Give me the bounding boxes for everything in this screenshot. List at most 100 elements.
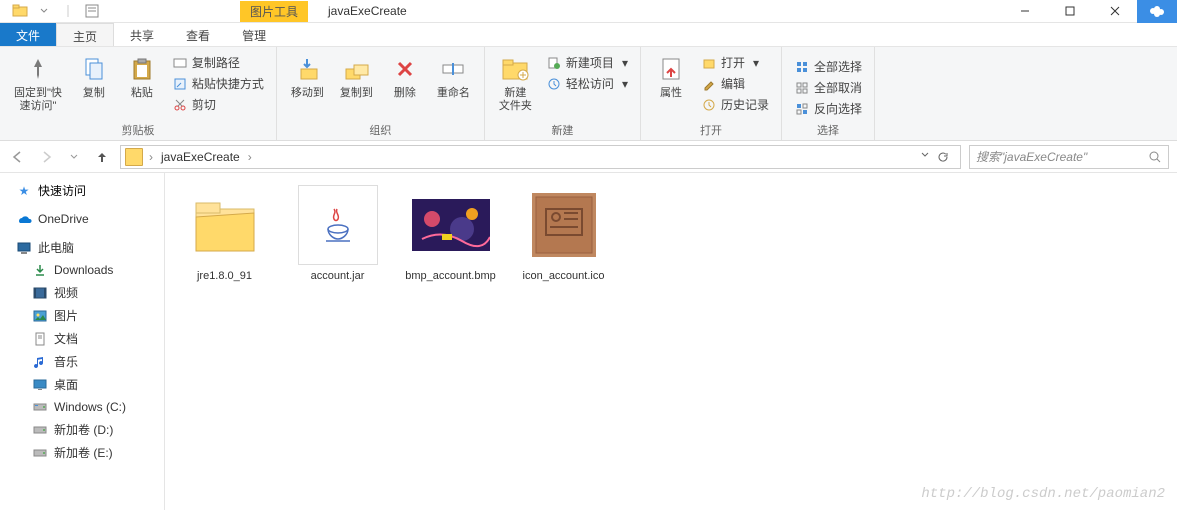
delete-button[interactable]: 删除: [383, 51, 427, 102]
open-icon: [701, 55, 717, 71]
nav-drive-d[interactable]: 新加卷 (D:): [0, 418, 164, 441]
group-organize: 移动到 复制到 删除 重命名 组织: [277, 47, 485, 140]
copy-path-button[interactable]: 复制路径: [168, 53, 268, 72]
desktop-icon: [32, 377, 48, 393]
file-item-bmp[interactable]: bmp_account.bmp: [403, 185, 498, 283]
easy-access-icon: [546, 76, 562, 92]
close-button[interactable]: [1092, 0, 1137, 23]
chevron-right-icon[interactable]: ›: [244, 150, 256, 164]
tab-view[interactable]: 查看: [170, 23, 226, 46]
nav-quick-access[interactable]: ★快速访问: [0, 179, 164, 202]
breadcrumb-item[interactable]: javaExeCreate: [159, 150, 242, 164]
properties-button[interactable]: 属性: [649, 51, 693, 102]
paste-icon: [126, 53, 158, 85]
new-item-button[interactable]: 新建项目▾: [542, 53, 632, 72]
edit-icon: [701, 76, 717, 92]
baidu-cloud-icon[interactable]: [1137, 0, 1177, 23]
group-label-select: 选择: [790, 120, 866, 138]
file-item-jar[interactable]: account.jar: [290, 185, 385, 283]
group-label-organize: 组织: [285, 120, 476, 138]
group-new: 新建 文件夹 新建项目▾ 轻松访问▾ 新建: [485, 47, 641, 140]
copyto-icon: [340, 53, 372, 85]
up-button[interactable]: [92, 147, 112, 167]
select-all-button[interactable]: 全部选择: [790, 57, 866, 76]
invert-icon: [794, 101, 810, 117]
new-folder-button[interactable]: 新建 文件夹: [493, 51, 538, 115]
search-input[interactable]: 搜索"javaExeCreate": [969, 145, 1169, 169]
maximize-button[interactable]: [1047, 0, 1092, 23]
scissors-icon: [172, 97, 188, 113]
chevron-down-icon: ▾: [753, 56, 759, 70]
tab-home[interactable]: 主页: [56, 23, 114, 46]
select-none-button[interactable]: 全部取消: [790, 78, 866, 97]
tab-share[interactable]: 共享: [114, 23, 170, 46]
forward-button[interactable]: [36, 147, 56, 167]
move-icon: [291, 53, 323, 85]
chevron-down-icon[interactable]: [920, 150, 930, 164]
cut-button[interactable]: 剪切: [168, 95, 268, 114]
ico-thumb: [524, 185, 604, 265]
tab-manage[interactable]: 管理: [226, 23, 282, 46]
delete-icon: [389, 53, 421, 85]
nav-drive-e[interactable]: 新加卷 (E:): [0, 441, 164, 464]
nav-downloads[interactable]: Downloads: [0, 259, 164, 281]
search-placeholder: 搜索"javaExeCreate": [976, 148, 1148, 165]
dropdown-icon[interactable]: [36, 3, 52, 19]
invert-selection-button[interactable]: 反向选择: [790, 99, 866, 118]
back-button[interactable]: [8, 147, 28, 167]
context-tab-pictures[interactable]: 图片工具: [240, 1, 308, 22]
recent-dropdown[interactable]: [64, 147, 84, 167]
new-folder-icon: [499, 53, 531, 85]
documents-icon: [32, 331, 48, 347]
pc-icon: [16, 240, 32, 256]
quick-access-toolbar: [0, 3, 100, 19]
file-item-ico[interactable]: icon_account.ico: [516, 185, 611, 283]
path-icon: [172, 55, 188, 71]
search-icon[interactable]: [1148, 150, 1162, 164]
address-bar: › javaExeCreate › 搜索"javaExeCreate": [0, 141, 1177, 173]
properties-icon[interactable]: [84, 3, 100, 19]
drive-icon: [32, 422, 48, 438]
chevron-right-icon[interactable]: ›: [145, 150, 157, 164]
breadcrumb[interactable]: › javaExeCreate ›: [120, 145, 961, 169]
file-list[interactable]: jre1.8.0_91 account.jar bmp_account.bmp …: [165, 173, 1177, 510]
nav-onedrive[interactable]: OneDrive: [0, 208, 164, 230]
history-icon: [701, 97, 717, 113]
paste-shortcut-button[interactable]: 粘贴快捷方式: [168, 74, 268, 93]
nav-documents[interactable]: 文档: [0, 327, 164, 350]
nav-drive-c[interactable]: Windows (C:): [0, 396, 164, 418]
file-item-folder[interactable]: jre1.8.0_91: [177, 185, 272, 283]
paste-button[interactable]: 粘贴: [120, 51, 164, 102]
titlebar: 图片工具 javaExeCreate: [0, 0, 1177, 23]
edit-button[interactable]: 编辑: [697, 74, 773, 93]
new-item-icon: [546, 55, 562, 71]
pin-icon: [22, 53, 54, 85]
downloads-icon: [32, 262, 48, 278]
separator: [60, 3, 76, 19]
nav-desktop[interactable]: 桌面: [0, 373, 164, 396]
nav-videos[interactable]: 视频: [0, 281, 164, 304]
nav-music[interactable]: 音乐: [0, 350, 164, 373]
group-label-clipboard: 剪贴板: [8, 120, 268, 138]
folder-icon: [125, 148, 143, 166]
content-area: ★快速访问 OneDrive 此电脑 Downloads 视频 图片 文档 音乐…: [0, 173, 1177, 510]
rename-button[interactable]: 重命名: [431, 51, 476, 102]
open-button[interactable]: 打开▾: [697, 53, 773, 72]
group-clipboard: 固定到"快 速访问" 复制 粘贴 复制路径 粘贴快捷方式 剪切 剪贴板: [0, 47, 277, 140]
pictures-icon: [32, 308, 48, 324]
ribbon-tabs: 文件 主页 共享 查看 管理: [0, 23, 1177, 47]
tab-file[interactable]: 文件: [0, 23, 56, 46]
pin-quickaccess-button[interactable]: 固定到"快 速访问": [8, 51, 68, 115]
refresh-icon[interactable]: [936, 150, 950, 164]
history-button[interactable]: 历史记录: [697, 95, 773, 114]
minimize-button[interactable]: [1002, 0, 1047, 23]
window-title: javaExeCreate: [328, 4, 407, 18]
copy-button[interactable]: 复制: [72, 51, 116, 102]
move-to-button[interactable]: 移动到: [285, 51, 330, 102]
easy-access-button[interactable]: 轻松访问▾: [542, 74, 632, 93]
nav-this-pc[interactable]: 此电脑: [0, 236, 164, 259]
select-all-icon: [794, 59, 810, 75]
music-icon: [32, 354, 48, 370]
copy-to-button[interactable]: 复制到: [334, 51, 379, 102]
nav-pictures[interactable]: 图片: [0, 304, 164, 327]
